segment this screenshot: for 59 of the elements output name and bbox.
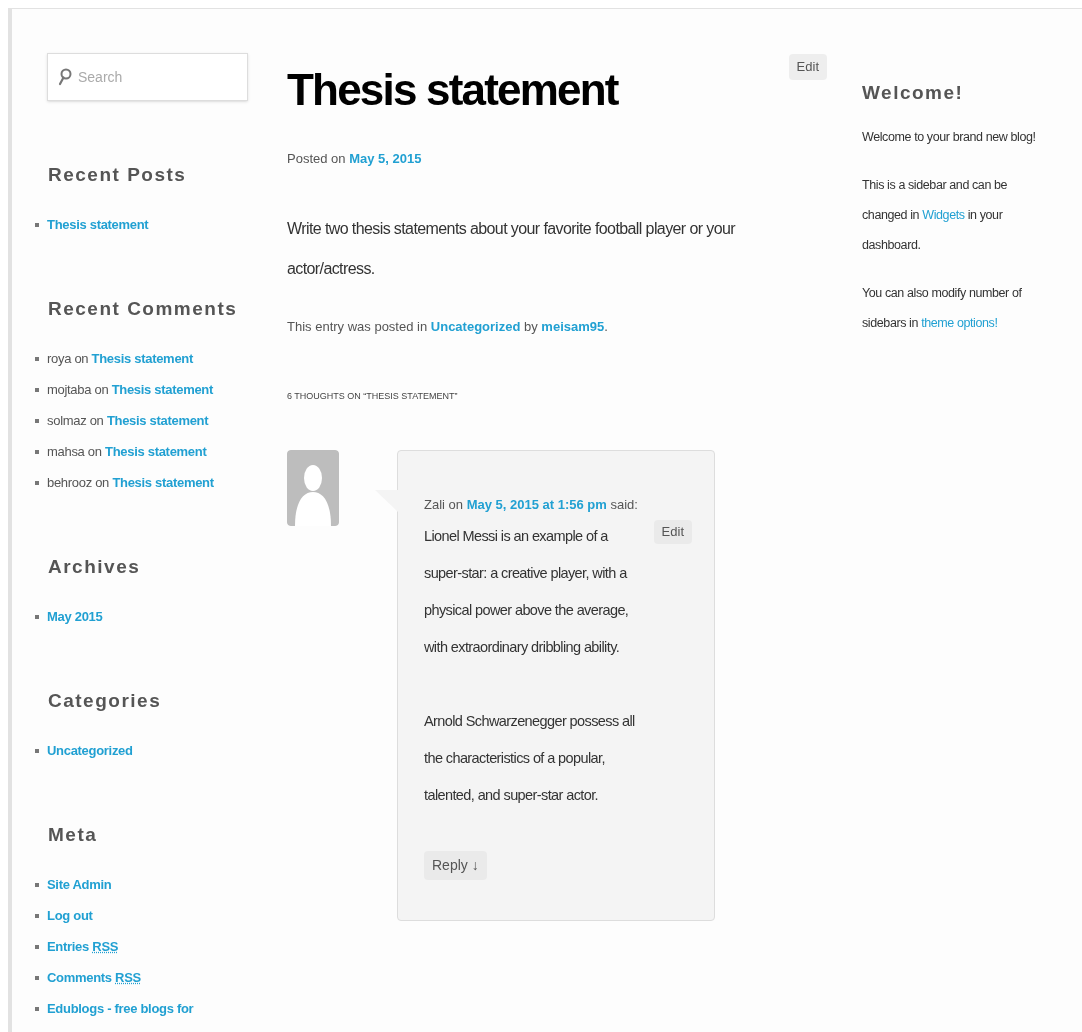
comment-meta: Zali on May 5, 2015 at 1:56 pm said: (424, 495, 639, 514)
bullet-icon (35, 480, 39, 485)
post-date: Posted on May 5, 2015 (287, 150, 423, 168)
widget-title: Categories (48, 689, 163, 713)
text-link[interactable]: Thesis statement (112, 472, 214, 493)
sidebar-text: Welcome to your brand new blog! (862, 128, 1037, 146)
widget-title: Archives (48, 555, 142, 579)
bullet-icon (35, 748, 39, 753)
bullet-icon (35, 975, 39, 980)
sidebar-text: You can also modify number of sidebars in theme options! (862, 284, 1023, 332)
widget-title: Welcome! (862, 81, 965, 105)
bullet-icon (35, 913, 39, 918)
text-link[interactable]: Site Admin (47, 874, 112, 895)
bullet-icon (35, 449, 39, 454)
text-link[interactable]: May 2015 (47, 606, 103, 627)
bullet-icon (35, 356, 39, 361)
text-link[interactable]: Entries RSS (47, 936, 119, 957)
sidebar-text: This is a sidebar and can be changed in Widgets in your dashboard. (862, 176, 1009, 254)
text-link[interactable]: Widgets (922, 207, 965, 222)
text-link[interactable]: theme options! (921, 315, 998, 330)
widget-title: Recent Posts (48, 163, 188, 187)
text-link[interactable]: Comments RSS (47, 967, 141, 988)
text-link[interactable]: Thesis statement (47, 214, 149, 235)
search-icon (58, 68, 72, 86)
avatar-icon (287, 449, 339, 526)
text-link[interactable]: Thesis statement (105, 441, 207, 462)
widget-title: Recent Comments (48, 297, 239, 321)
bullet-icon (35, 944, 39, 949)
comment-author: mahsa on (47, 442, 103, 461)
text-link[interactable]: May 5, 2015 (349, 151, 422, 166)
reply-button[interactable]: Reply ↓ (424, 851, 487, 880)
text-link[interactable]: May 5, 2015 at 1:56 pm (466, 496, 607, 512)
comment-author: mojtaba on (47, 380, 110, 399)
bullet-icon (35, 222, 39, 227)
text-link[interactable]: Thesis statement (111, 379, 214, 400)
bullet-icon (35, 882, 39, 887)
edit-button[interactable]: Edit (653, 520, 692, 544)
comment-text: Lionel Messi is an example of a super-star: a creative player, with a physical power above the average, with extraordinary dribbling ability. (424, 527, 630, 657)
bullet-icon (35, 387, 39, 392)
comment-author: roya on (47, 349, 90, 368)
text-link[interactable]: Thesis statement (91, 348, 193, 369)
comment-text: Arnold Schwarzenegger possess all the characteristics of a popular, talented, and super-star actor. (424, 712, 636, 805)
post-content: Write two thesis statements about your favorite football player or your actor/actress. (287, 218, 737, 279)
bullet-icon (35, 1006, 39, 1011)
text-link[interactable]: Thesis statement (106, 410, 209, 431)
bullet-icon (35, 418, 39, 423)
entry-meta: This entry was posted in Uncategorized by meisam95. (287, 317, 609, 336)
comment-author: solmaz on (47, 411, 105, 430)
edit-button[interactable]: Edit (788, 54, 827, 80)
post-title: Thesis statement (287, 64, 618, 116)
comment-author: behrooz on (47, 473, 111, 492)
search-field[interactable]: Search (47, 53, 248, 101)
comments-heading: 6 THOUGHTS ON “THESIS STATEMENT” (287, 390, 459, 403)
widget-title: Meta (48, 823, 99, 847)
text-link[interactable]: Log out (47, 905, 93, 926)
text-link[interactable]: Uncategorized (47, 740, 133, 761)
text-link[interactable]: Edublogs - free blogs for (47, 998, 194, 1019)
text-link[interactable]: Uncategorized (430, 318, 521, 334)
bullet-icon (35, 614, 39, 619)
